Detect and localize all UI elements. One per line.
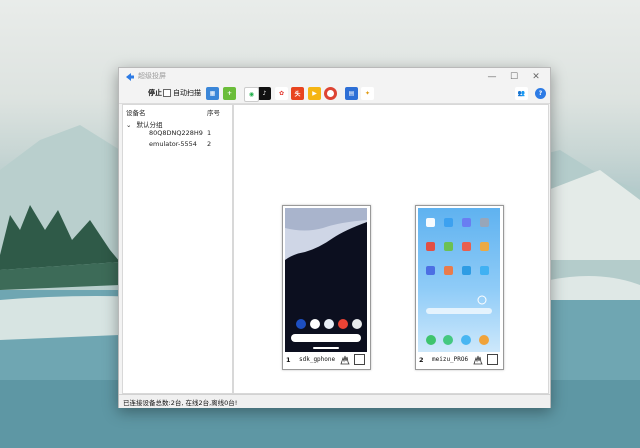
auto-scan-checkbox[interactable] (163, 89, 171, 97)
tiktok-icon[interactable]: ♪ (258, 87, 271, 100)
user-group-icon[interactable]: 👥 (515, 87, 528, 100)
home-screen-graphic (426, 218, 492, 345)
device-list-panel: 设备名 序号 ⌄ 默认分组 80Q8DNQ228H9 1 emulator-55… (122, 104, 233, 394)
phone-card[interactable]: 2 meizu_PRO6 (415, 205, 504, 370)
phone-screen[interactable] (285, 208, 367, 352)
status-bar: 已连接设备总数:2台, 在线2台,离线0台! (119, 394, 550, 408)
column-header-index[interactable]: 序号 (207, 107, 220, 117)
phone-number: 1 (286, 356, 291, 364)
app-logo-icon (126, 73, 134, 81)
list-item[interactable]: emulator-5554 (149, 140, 197, 148)
stop-button[interactable]: 停止 (148, 88, 162, 98)
wallpaper-graphic (285, 208, 367, 349)
window-title: 超级投屏 (138, 72, 166, 80)
wechat-icon[interactable]: ◉ (244, 87, 259, 102)
chrome-icon[interactable] (324, 87, 337, 100)
list-item[interactable]: 80Q8DNQ228H9 (149, 129, 203, 137)
help-icon[interactable]: ? (535, 88, 546, 99)
title-bar[interactable]: 超级投屏 — ☐ ✕ (119, 68, 550, 86)
minimize-icon[interactable]: — (481, 70, 503, 84)
auto-scan-label: 自动扫描 (173, 89, 201, 97)
app-window: 超级投屏 — ☐ ✕ 停止 自动扫描 ▦ + ♪ ◉ ✿ 头 ▶ ▤ ✦ 👥 ?… (118, 67, 551, 408)
phone-card[interactable]: 1 sdk_gphone (282, 205, 371, 370)
status-text: 已连接设备总数:2台, 在线2台,离线0台! (123, 399, 238, 407)
toutiao-icon[interactable]: 头 (291, 87, 304, 100)
settings-icon[interactable]: ✦ (361, 87, 374, 100)
video-icon[interactable]: ▶ (308, 87, 321, 100)
phone-footer: 2 meizu_PRO6 (416, 353, 503, 368)
maximize-icon[interactable]: ☐ (503, 70, 525, 84)
phone-footer: 1 sdk_gphone (283, 353, 370, 368)
device-index: 2 (207, 140, 212, 148)
group-label: 默认分组 (136, 121, 163, 129)
phone-screen[interactable] (418, 208, 500, 352)
device-name: 80Q8DNQ228H9 (149, 129, 203, 137)
kuaishou-icon[interactable]: ✿ (275, 87, 288, 100)
android-add-icon[interactable]: + (223, 87, 236, 100)
file-icon[interactable]: ▤ (345, 87, 358, 100)
phone-name: sdk_gphone (299, 356, 336, 363)
device-index: 1 (207, 129, 212, 137)
toolbar: 停止 自动扫描 ▦ + ♪ ◉ ✿ 头 ▶ ▤ ✦ 👥 ? (119, 86, 550, 104)
control-hand-icon[interactable] (339, 354, 351, 366)
devices-icon[interactable]: ▦ (206, 87, 219, 100)
expand-icon[interactable] (487, 354, 498, 365)
phone-name: meizu_PRO6 (432, 356, 469, 363)
close-icon[interactable]: ✕ (525, 70, 547, 84)
tree-group-default[interactable]: ⌄ 默认分组 (126, 119, 163, 129)
column-header-device-name[interactable]: 设备名 (126, 107, 146, 117)
chevron-down-icon[interactable]: ⌄ (126, 121, 131, 129)
expand-icon[interactable] (354, 354, 365, 365)
device-name: emulator-5554 (149, 140, 197, 148)
phone-number: 2 (419, 356, 424, 364)
control-hand-icon[interactable] (472, 354, 484, 366)
screen-mirror-area: 1 sdk_gphone 2 meizu_PRO6 (233, 104, 549, 394)
